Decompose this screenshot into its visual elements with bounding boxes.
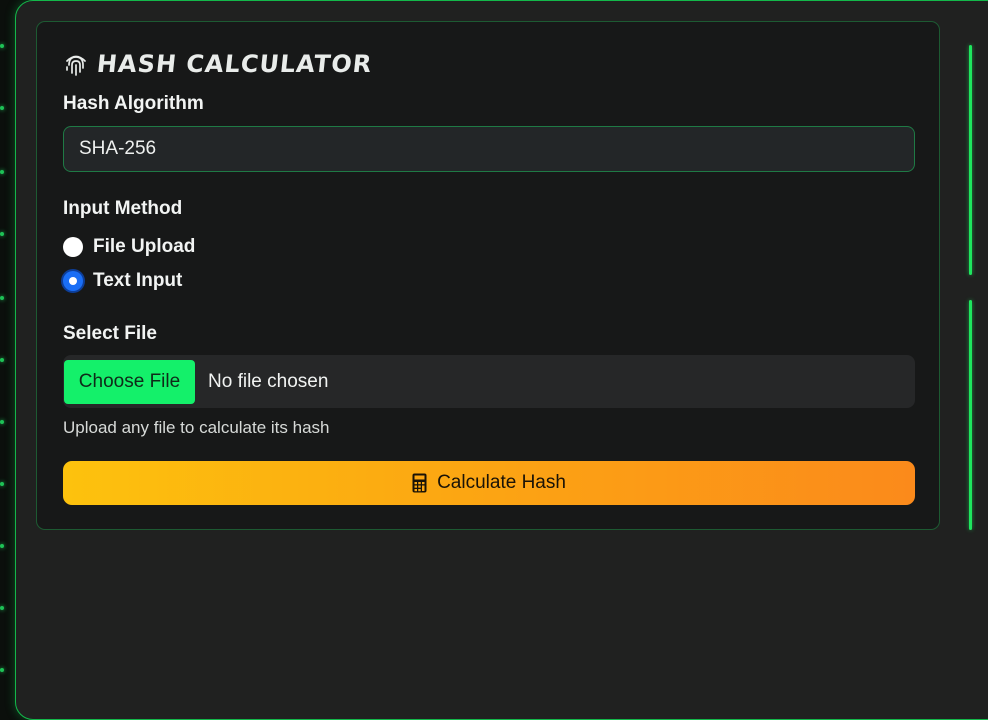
file-hint: Upload any file to calculate its hash bbox=[63, 418, 330, 437]
circuit-dot bbox=[0, 106, 4, 110]
output-panel-border-bottom bbox=[969, 300, 972, 530]
radio-text-input[interactable]: Text Input bbox=[63, 270, 182, 292]
file-input[interactable]: Choose File No file chosen bbox=[63, 355, 915, 408]
input-method-label: Input Method bbox=[63, 198, 183, 219]
output-panel-border-top bbox=[969, 45, 972, 275]
circuit-dot bbox=[0, 606, 4, 610]
card-title: HASH CALCULATOR bbox=[63, 50, 374, 78]
hash-calculator-card: HASH CALCULATOR Hash Algorithm SHA-256 I… bbox=[36, 21, 940, 530]
calculate-hash-label: Calculate Hash bbox=[437, 472, 566, 493]
choose-file-button[interactable]: Choose File bbox=[64, 359, 195, 404]
radio-label: File Upload bbox=[93, 236, 196, 257]
circuit-dot bbox=[0, 296, 4, 300]
calculator-icon bbox=[412, 473, 427, 493]
circuit-dot bbox=[0, 668, 4, 672]
circuit-dot bbox=[0, 232, 4, 236]
circuit-dot bbox=[0, 170, 4, 174]
radio-label: Text Input bbox=[93, 270, 183, 291]
select-file-label: Select File bbox=[63, 323, 157, 344]
circuit-dot bbox=[0, 482, 4, 486]
fingerprint-icon bbox=[66, 55, 86, 76]
file-status: No file chosen bbox=[208, 370, 329, 392]
radio-button-checked[interactable] bbox=[63, 271, 83, 291]
circuit-dot bbox=[0, 420, 4, 424]
circuit-dot bbox=[0, 358, 4, 362]
circuit-dot bbox=[0, 544, 4, 548]
algorithm-select[interactable]: SHA-256 bbox=[63, 126, 915, 172]
radio-file-upload[interactable]: File Upload bbox=[63, 236, 195, 258]
algorithm-label: Hash Algorithm bbox=[63, 93, 204, 114]
calculate-hash-button[interactable]: Calculate Hash bbox=[63, 461, 915, 505]
page-title: HASH CALCULATOR bbox=[95, 50, 374, 78]
background-circuit-dots bbox=[0, 0, 14, 710]
radio-button[interactable] bbox=[63, 237, 83, 257]
circuit-dot bbox=[0, 44, 4, 48]
